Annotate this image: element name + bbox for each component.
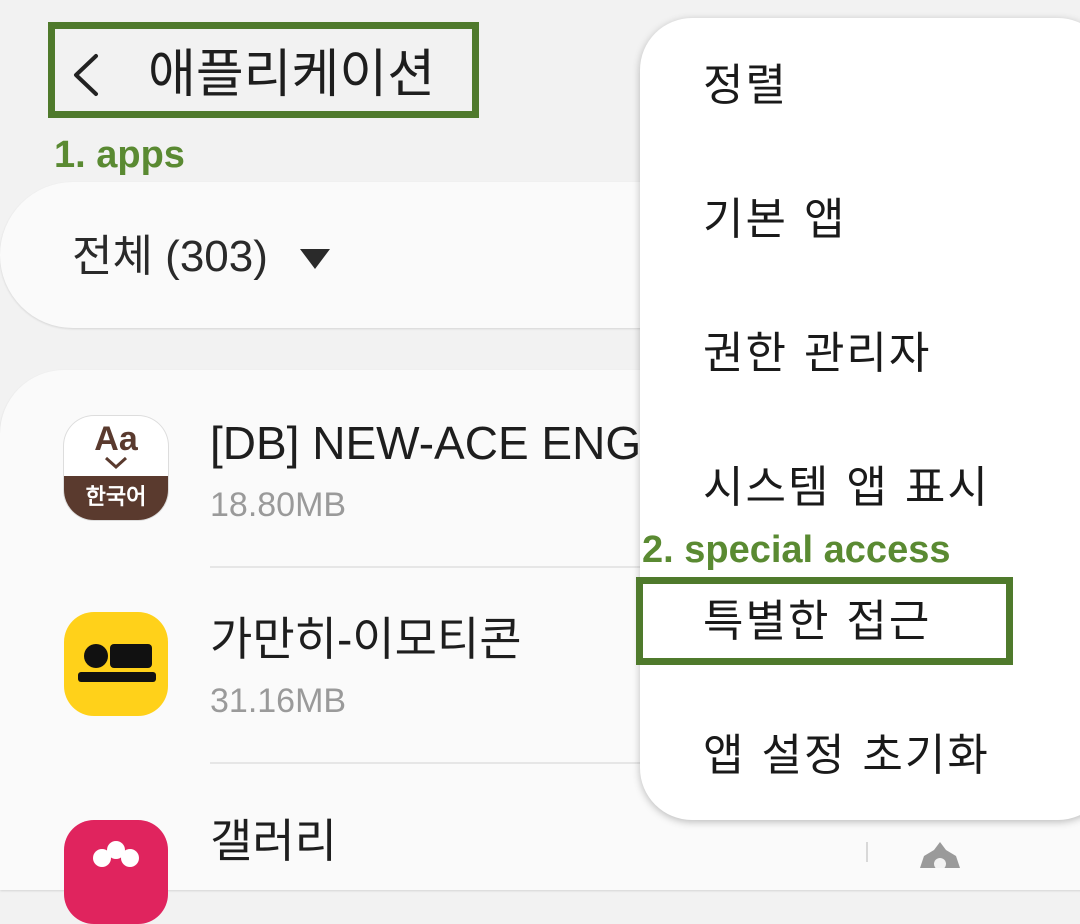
korean-dictionary-icon[interactable]: Aa 한국어 [64,416,168,520]
divider-vertical [866,842,868,862]
menu-item-show-system-apps[interactable]: 시스템 앱 표시 [703,460,990,516]
dropdown-arrow-icon[interactable] [298,247,332,271]
gallery-app-icon[interactable] [64,820,168,924]
app-name[interactable]: 가만히-이모티콘 [210,610,522,668]
apps-highlight-box [48,22,479,118]
list-divider [210,762,650,764]
special-access-highlight-box [636,577,1013,665]
menu-item-sort[interactable]: 정렬 [703,58,788,114]
annotation-apps: 1. apps [54,134,185,176]
app-size: 18.80MB [210,486,347,524]
app-name[interactable]: 갤러리 [210,812,337,870]
overflow-menu [640,18,1080,820]
menu-item-default-apps[interactable]: 기본 앱 [703,192,846,248]
app-name[interactable]: [DB] NEW-ACE ENG [210,414,641,472]
menu-item-reset-app-preferences[interactable]: 앱 설정 초기화 [703,728,990,784]
chevron-down-icon [104,456,128,470]
app-size: 31.16MB [210,682,347,720]
icon-dict-band: 한국어 [64,476,168,520]
list-divider [210,566,650,568]
icon-dict-aa: Aa [94,420,138,458]
emoticon-app-icon[interactable] [64,612,168,716]
annotation-special-access: 2. special access [642,529,951,571]
emoticon-face-icon [78,644,156,682]
gear-icon[interactable] [912,838,968,868]
flower-icon [93,841,139,867]
filter-dropdown-label[interactable]: 전체 (303) [72,228,268,286]
menu-item-permission-manager[interactable]: 권한 관리자 [703,326,931,382]
